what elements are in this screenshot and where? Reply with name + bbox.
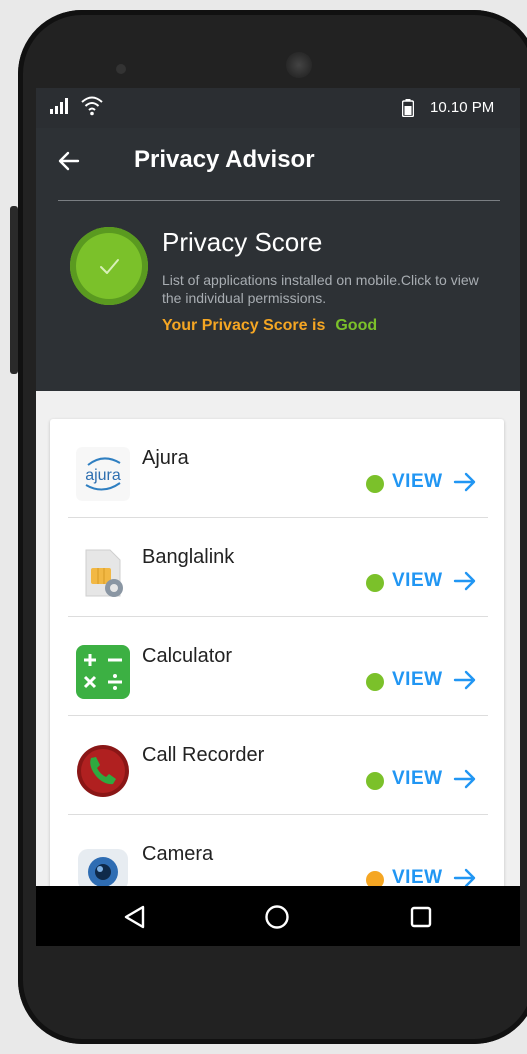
view-button[interactable]: VIEW	[392, 768, 443, 790]
app-list: ajura Ajura VIEW Banglalink VIEW Calcula…	[50, 419, 504, 946]
status-dot	[366, 574, 384, 592]
app-name: Calculator	[142, 645, 233, 667]
app-row-calculator[interactable]: Calculator VIEW	[50, 617, 504, 716]
wifi-icon	[81, 96, 103, 116]
front-sensor	[116, 64, 126, 74]
view-button[interactable]: VIEW	[392, 570, 443, 592]
app-list-area: ajura Ajura VIEW Banglalink VIEW Calcula…	[36, 391, 520, 946]
app-row-call-recorder[interactable]: Call Recorder VIEW	[50, 716, 504, 815]
app-name: Camera	[142, 843, 214, 865]
status-bar: 10.10 PM	[36, 88, 520, 128]
view-button[interactable]: VIEW	[392, 471, 443, 493]
status-dot	[366, 772, 384, 790]
status-time: 10.10 PM	[430, 99, 495, 116]
nav-recent-apps-icon[interactable]	[410, 906, 432, 928]
side-button	[10, 206, 18, 374]
svg-text:ajura: ajura	[85, 467, 121, 484]
navigation-bar	[36, 886, 520, 946]
status-dot	[366, 475, 384, 493]
score-title: Privacy Score	[162, 227, 323, 257]
ajura-logo-icon: ajura	[76, 447, 130, 501]
battery-icon	[402, 99, 414, 117]
calculator-icon	[76, 645, 130, 699]
score-result: Your Privacy Score is Good	[162, 317, 377, 335]
score-badge	[70, 227, 148, 305]
app-bar: Privacy Advisor	[36, 128, 520, 198]
checkmark-icon	[100, 259, 119, 274]
front-camera	[286, 52, 312, 78]
arrow-right-icon[interactable]	[452, 470, 478, 494]
app-name: Ajura	[142, 447, 189, 469]
page-title: Privacy Advisor	[134, 146, 315, 173]
app-name: Banglalink	[142, 546, 235, 568]
arrow-right-icon[interactable]	[452, 767, 478, 791]
back-arrow-icon[interactable]	[56, 148, 82, 174]
arrow-right-icon[interactable]	[452, 668, 478, 692]
score-label: Your Privacy Score is	[162, 317, 326, 334]
arrow-right-icon[interactable]	[452, 569, 478, 593]
nav-home-icon[interactable]	[264, 904, 290, 930]
score-description: List of applications installed on mobile…	[162, 272, 479, 306]
status-dot	[366, 673, 384, 691]
app-name: Call Recorder	[142, 744, 265, 766]
score-value: Good	[335, 317, 378, 334]
app-row-banglalink[interactable]: Banglalink VIEW	[50, 518, 504, 617]
sim-card-settings-icon	[85, 549, 123, 597]
app-row-ajura[interactable]: ajura Ajura VIEW	[50, 419, 504, 518]
nav-back-icon[interactable]	[122, 904, 148, 930]
call-recorder-icon	[77, 745, 129, 797]
view-button[interactable]: VIEW	[392, 669, 443, 691]
phone-screen: 10.10 PM Privacy Advisor Privacy Score L…	[36, 88, 520, 946]
privacy-score-panel: Privacy Score List of applications insta…	[36, 201, 520, 391]
signal-icon	[50, 98, 68, 114]
